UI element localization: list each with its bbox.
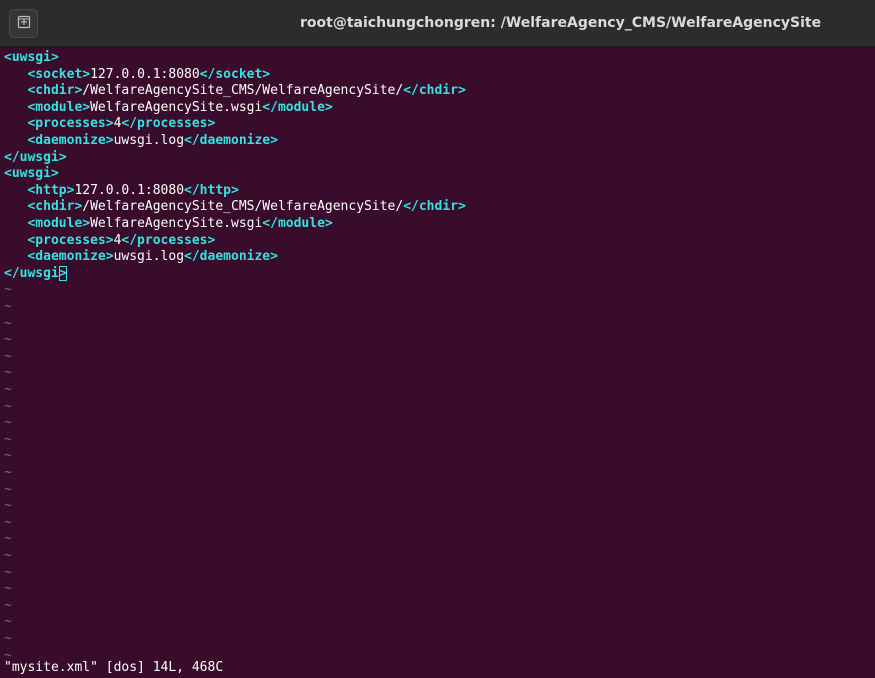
xml-tag: <uwsgi>: [4, 50, 59, 65]
xml-text: 127.0.0.1:8080: [74, 182, 185, 198]
code-line: <module>WelfareAgencySite.wsgi</module>: [4, 99, 333, 116]
new-tab-button[interactable]: [9, 9, 38, 38]
xml-text: [4, 183, 27, 198]
empty-line-tilde: ~: [4, 597, 12, 613]
code-line: <uwsgi>: [4, 166, 59, 182]
xml-tag: </http>: [184, 182, 239, 198]
xml-text: 127.0.0.1:8080: [90, 66, 200, 82]
xml-tag: </daemonize>: [184, 133, 278, 148]
empty-line-tilde: ~: [4, 548, 12, 563]
xml-tag: </chdir>: [403, 199, 466, 215]
code-line: <daemonize>uwsgi.log</daemonize>: [4, 249, 278, 265]
empty-line-tilde: ~: [4, 514, 12, 530]
code-line: </uwsgi>: [4, 265, 67, 282]
xml-text: WelfareAgencySite.wsgi: [90, 99, 263, 115]
xml-text: [4, 249, 27, 264]
empty-line-tilde: ~: [4, 332, 12, 348]
title-bar: root@taichungchongren: /WelfareAgency_CM…: [0, 0, 875, 47]
empty-line-tilde: ~: [4, 498, 12, 514]
text-cursor: >: [58, 265, 67, 281]
empty-line-tilde: ~: [4, 614, 12, 630]
code-line: <http>127.0.0.1:8080</http>: [4, 182, 239, 199]
empty-line-tilde: ~: [4, 481, 12, 497]
xml-tag: </module>: [262, 99, 333, 115]
xml-text: [4, 116, 27, 131]
code-line: <processes>4</processes>: [4, 116, 215, 132]
empty-line-tilde: ~: [4, 415, 12, 431]
empty-line-tilde: ~: [4, 448, 12, 464]
xml-tag: </uwsgi: [4, 265, 59, 281]
code-line: <chdir>/WelfareAgencySite_CMS/WelfareAge…: [4, 199, 466, 215]
xml-tag: <chdir>: [27, 199, 83, 215]
xml-text: uwsgi.log: [113, 249, 185, 265]
code-line: <uwsgi>: [4, 50, 59, 66]
xml-tag: <module>: [27, 99, 91, 115]
new-tab-icon: [17, 14, 31, 33]
empty-line-tilde: ~: [4, 631, 12, 646]
xml-tag: <http>: [27, 182, 75, 198]
xml-text: uwsgi.log: [113, 133, 185, 148]
empty-line-tilde: ~: [4, 564, 12, 580]
xml-tag: <processes>: [27, 116, 114, 132]
xml-text: [4, 67, 27, 82]
xml-text: [4, 83, 27, 98]
xml-tag: </socket>: [199, 66, 271, 82]
xml-text: [4, 216, 27, 231]
empty-line-tilde: ~: [4, 531, 12, 547]
empty-line-tilde: ~: [4, 282, 12, 298]
empty-line-tilde: ~: [4, 398, 12, 414]
xml-text: [4, 133, 27, 148]
xml-tag: </processes>: [121, 232, 216, 248]
xml-tag: <chdir>: [27, 83, 83, 99]
window-title: root@taichungchongren: /WelfareAgency_CM…: [300, 15, 822, 31]
terminal-content[interactable]: <uwsgi> <socket>127.0.0.1:8080</socket> …: [0, 48, 875, 678]
xml-tag: <module>: [27, 216, 91, 231]
xml-text: [4, 199, 27, 214]
empty-line-tilde: ~: [4, 315, 12, 331]
xml-text: WelfareAgencySite.wsgi: [90, 216, 263, 231]
xml-tag: <uwsgi>: [4, 166, 59, 182]
xml-tag: </chdir>: [403, 83, 466, 99]
code-line: <chdir>/WelfareAgencySite_CMS/WelfareAge…: [4, 83, 466, 99]
code-line: <socket>127.0.0.1:8080</socket>: [4, 67, 270, 83]
empty-line-tilde: ~: [4, 581, 12, 597]
code-line: <daemonize>uwsgi.log</daemonize>: [4, 133, 278, 149]
terminal-window: root@taichungchongren: /WelfareAgency_CM…: [0, 0, 875, 678]
xml-text: [4, 233, 27, 248]
empty-line-tilde: ~: [4, 348, 12, 364]
xml-text: [4, 100, 27, 115]
xml-tag: <socket>: [27, 66, 91, 82]
code-line: <module>WelfareAgencySite.wsgi</module>: [4, 216, 333, 232]
xml-text: /WelfareAgencySite_CMS/WelfareAgencySite…: [82, 83, 404, 99]
xml-text: /WelfareAgencySite_CMS/WelfareAgencySite…: [82, 199, 404, 215]
empty-line-tilde: ~: [4, 365, 12, 381]
empty-line-tilde: ~: [4, 431, 12, 447]
empty-line-tilde: ~: [4, 299, 12, 314]
xml-tag: </uwsgi>: [4, 149, 67, 165]
xml-tag: <daemonize>: [27, 133, 114, 148]
xml-tag: </daemonize>: [184, 249, 278, 265]
xml-tag: <processes>: [27, 232, 114, 248]
xml-tag: </module>: [262, 216, 333, 231]
code-line: <processes>4</processes>: [4, 233, 215, 249]
empty-line-tilde: ~: [4, 382, 12, 397]
vim-status-line: "mysite.xml" [dos] 14L, 468C: [4, 660, 224, 675]
empty-line-tilde: ~: [4, 465, 12, 480]
xml-tag: </processes>: [121, 116, 216, 132]
xml-tag: <daemonize>: [27, 249, 114, 265]
code-line: </uwsgi>: [4, 150, 67, 166]
